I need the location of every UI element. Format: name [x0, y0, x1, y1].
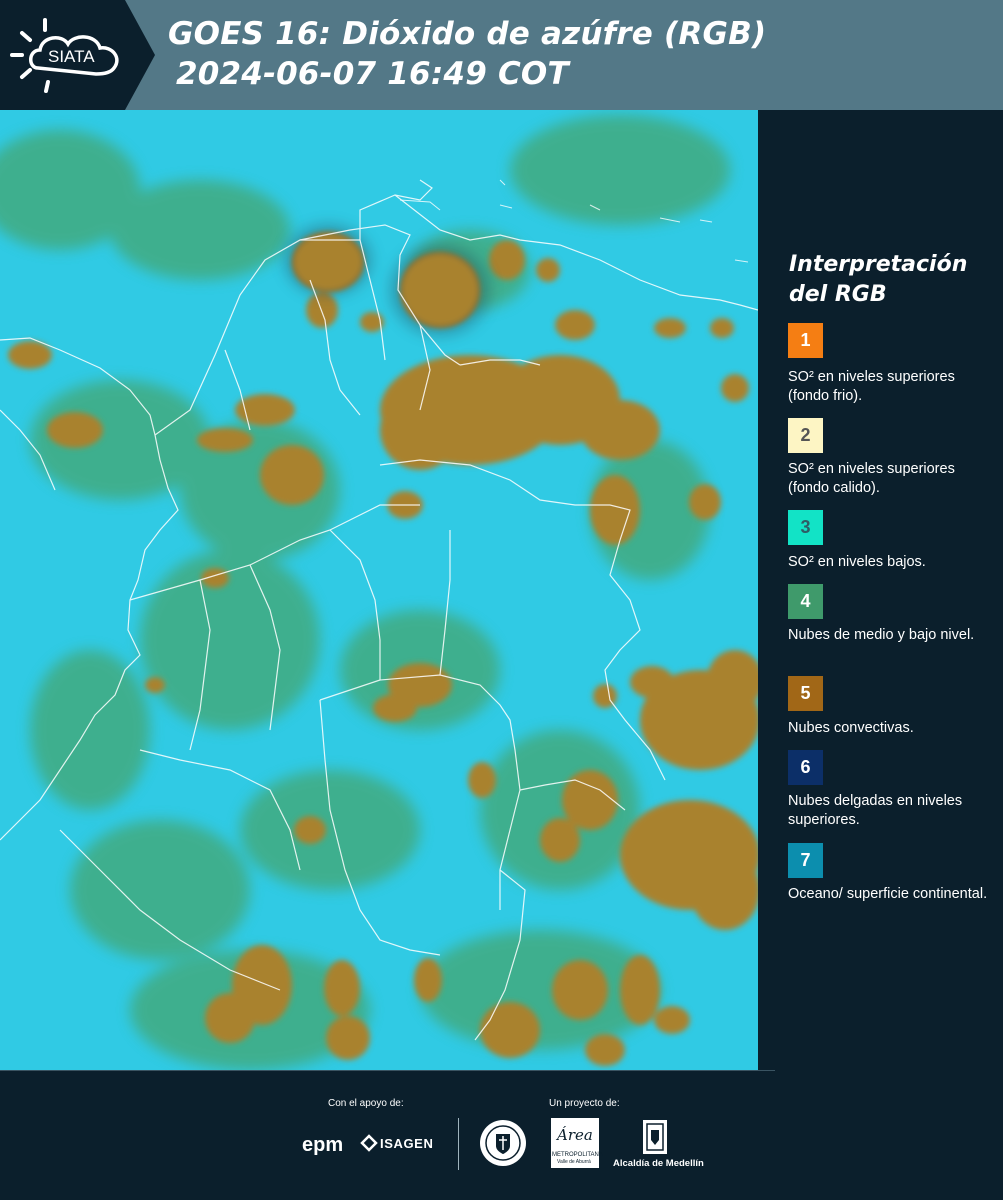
legend-number: 6: [800, 757, 811, 777]
legend-number: 4: [800, 591, 811, 611]
header-bar: SIATA GOES 16: Dióxido de azúfre (RGB) 2…: [0, 0, 1003, 110]
alcaldia-crest-icon: [643, 1120, 667, 1154]
legend-swatch-7: 7: [788, 843, 823, 878]
page-title: GOES 16: Dióxido de azúfre (RGB): [168, 16, 767, 52]
legend-title: Interpretación del RGB: [789, 252, 968, 307]
legend-text-2: SO² en niveles superiores (fondo calido)…: [788, 461, 955, 496]
footer: Con el apoyo de: Un proyecto de: epm ISA…: [0, 1070, 1003, 1200]
legend-text-6: Nubes delgadas en niveles superiores.: [788, 793, 963, 828]
timestamp: 2024-06-07 16:49 COT: [176, 56, 569, 92]
footer-divider: [0, 1070, 775, 1071]
legend-text-7: Oceano/ superficie continental.: [788, 886, 988, 902]
legend-swatch-2: 2: [788, 418, 823, 453]
footer-separator: [458, 1118, 459, 1170]
legend-number: 2: [800, 425, 811, 445]
svg-text:SIATA: SIATA: [48, 47, 95, 66]
metropolitana-text: METROPOLITANA: [552, 1152, 603, 1158]
area-metropolitana-logo: Área METROPOLITANA Valle de Aburrá: [551, 1118, 603, 1168]
epm-logo: epm: [302, 1134, 344, 1156]
legend-text-1: SO² en niveles superiores (fondo frio).: [788, 369, 955, 404]
medellin-seal-icon: [480, 1120, 526, 1166]
isagen-logo: ISAGEN: [380, 1136, 434, 1151]
legend-number: 1: [800, 330, 811, 350]
legend-number: 7: [800, 850, 811, 870]
support-label: Con el apoyo de:: [328, 1098, 404, 1109]
valle-text: Valle de Aburrá: [557, 1159, 591, 1165]
project-label: Un proyecto de:: [549, 1098, 620, 1109]
legend-swatch-4: 4: [788, 584, 823, 619]
satellite-map[interactable]: [0, 110, 758, 1070]
legend-number: 3: [800, 517, 811, 537]
legend-text-3: SO² en niveles bajos.: [788, 554, 926, 570]
legend-text-4: Nubes de medio y bajo nivel.: [788, 627, 975, 643]
legend-swatch-1: 1: [788, 323, 823, 358]
legend-text-5: Nubes convectivas.: [788, 720, 914, 736]
legend-number: 5: [800, 683, 811, 703]
legend-panel: Interpretación del RGB 1 SO² en niveles …: [760, 110, 1003, 1070]
area-text: Área: [557, 1126, 593, 1144]
legend-swatch-6: 6: [788, 750, 823, 785]
legend-swatch-3: 3: [788, 510, 823, 545]
isagen-icon: [360, 1134, 378, 1152]
legend-swatch-5: 5: [788, 676, 823, 711]
siata-logo: SIATA: [0, 0, 155, 110]
alcaldia-text: Alcaldía de Medellín: [613, 1158, 704, 1169]
